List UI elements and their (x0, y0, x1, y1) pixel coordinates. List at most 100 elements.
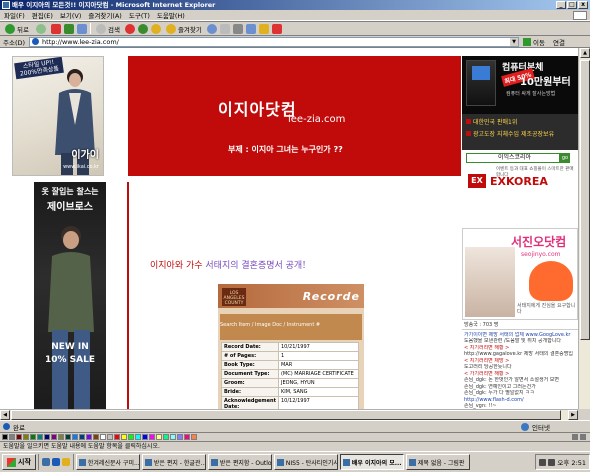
tool-icon[interactable] (580, 434, 586, 440)
address-label: 주소(D) (3, 38, 26, 47)
favorites-button[interactable]: 즐겨찾기 (164, 23, 204, 35)
print-icon[interactable] (232, 23, 243, 34)
cert-field-value: (MC) MARRIAGE CERTIFICATE (277, 369, 360, 379)
tool-icon[interactable] (572, 434, 578, 440)
addon-icon[interactable] (124, 23, 135, 34)
computer-ad-link[interactable]: 대한민국 판매1위 (466, 117, 574, 126)
folder-icon[interactable] (258, 23, 269, 34)
color-swatch[interactable] (142, 434, 148, 440)
color-swatch[interactable] (114, 434, 120, 440)
cert-field-label: Book Type: (221, 360, 279, 370)
site-logo[interactable]: 이지아닷컴 (218, 96, 297, 120)
seojin-ad[interactable]: 서진오닷컴 seojinyo.com 서태지에게 진심을 요구합니다 (462, 228, 578, 320)
home-icon[interactable] (76, 23, 87, 34)
ikai-ad[interactable]: 스타일 UP!! 200%만족상품 이가이 www.ikai.co.kr (12, 56, 104, 176)
scroll-thumb[interactable] (580, 60, 590, 340)
jbros-line2: 제이브로스 (47, 202, 93, 213)
jbros-ad[interactable]: 옷 잘입는 찰스는 제이브로스 NEW IN 10% SALE (34, 182, 106, 420)
network-icon[interactable] (548, 458, 556, 466)
color-swatch[interactable] (65, 434, 71, 440)
back-button[interactable]: 뒤로 (3, 23, 31, 35)
volume-icon[interactable] (539, 458, 547, 466)
color-swatch[interactable] (135, 434, 141, 440)
refresh-icon[interactable] (63, 23, 74, 34)
links-button[interactable]: 연결 (553, 37, 565, 47)
seojin-caption: 서태지에게 진심을 요구합니다 (517, 303, 576, 315)
maximize-button[interactable]: □ (567, 1, 577, 9)
color-swatch[interactable] (191, 434, 197, 440)
taskbar-button[interactable]: 받은 편지 - 한글관... (141, 454, 206, 470)
outlook-icon[interactable] (61, 458, 70, 466)
address-input[interactable]: http://www.lee-zia.com/ ▼ (29, 36, 520, 47)
menu-view[interactable]: 보기(V) (60, 10, 81, 20)
color-swatch[interactable] (170, 434, 176, 440)
forward-button[interactable] (34, 23, 48, 35)
ad-search-go-button[interactable]: go (560, 152, 570, 163)
addon-icon[interactable] (137, 23, 148, 34)
scroll-left-icon[interactable]: ◀ (0, 410, 10, 420)
mail-icon[interactable] (219, 23, 230, 34)
color-swatch[interactable] (2, 434, 8, 440)
taskbar-button-label: 받은 편지 - 한글관... (153, 459, 206, 467)
ie-icon[interactable] (51, 458, 60, 466)
messenger-icon[interactable] (271, 23, 282, 34)
color-swatch[interactable] (16, 434, 22, 440)
start-button[interactable]: 시작 (2, 454, 36, 470)
color-swatch[interactable] (177, 434, 183, 440)
scroll-up-icon[interactable]: ▲ (580, 48, 590, 58)
color-swatch[interactable] (163, 434, 169, 440)
go-button[interactable]: 이동 (523, 37, 545, 47)
color-swatch[interactable] (30, 434, 36, 440)
horizontal-scrollbar[interactable]: ◀ ▶ (0, 409, 578, 420)
computer-ad[interactable]: 컴퓨터본체 최대 50% 10만원부터 컴퓨터 싸게 잘사는방법 (462, 56, 578, 114)
app-icon (408, 458, 416, 466)
color-swatch[interactable] (51, 434, 57, 440)
close-button[interactable]: x (578, 1, 588, 9)
toolbar: 뒤로 검색 즐겨찾기 (0, 21, 590, 36)
color-swatch[interactable] (121, 434, 127, 440)
color-swatch[interactable] (107, 434, 113, 440)
color-swatch[interactable] (79, 434, 85, 440)
desktop-icon[interactable] (41, 458, 50, 466)
taskbar-button[interactable]: NIS5 - 탄사티인기사) (273, 454, 338, 470)
stop-icon[interactable] (50, 23, 61, 34)
taskbar-button[interactable]: 제목 없음 - 그림판 (405, 454, 470, 470)
color-swatch[interactable] (128, 434, 134, 440)
minimize-button[interactable]: _ (556, 1, 566, 9)
color-swatch[interactable] (37, 434, 43, 440)
computer-ad-link[interactable]: 광고도장 지체수입 제조공장보유 (466, 129, 574, 138)
cert-row: # of Pages: 1 (221, 351, 360, 361)
color-swatch[interactable] (149, 434, 155, 440)
color-swatch[interactable] (58, 434, 64, 440)
search-button[interactable]: 검색 (94, 23, 122, 35)
taskbar-button[interactable]: 배우 이지아의 모... (339, 454, 404, 470)
color-swatch[interactable] (72, 434, 78, 440)
scroll-right-icon[interactable]: ▶ (568, 410, 578, 420)
taskbar-button[interactable]: 한겨레신문사 구미... (75, 454, 140, 470)
menu-favorites[interactable]: 즐겨찾기(A) (88, 10, 121, 20)
taskbar-button[interactable]: 받은 편지함 - Outlo... (207, 454, 272, 470)
vertical-scrollbar[interactable]: ▲ ▼ (578, 48, 590, 420)
color-swatch[interactable] (86, 434, 92, 440)
color-swatch[interactable] (156, 434, 162, 440)
color-swatch[interactable] (93, 434, 99, 440)
menu-help[interactable]: 도움말(H) (157, 10, 185, 20)
exkorea-ad[interactable]: 이벤트 등과 대표 쇼핑몰이 스마트한 판매합니다 EX EXKOREA (466, 166, 574, 192)
color-swatch[interactable] (9, 434, 15, 440)
chevron-down-icon[interactable]: ▼ (510, 37, 519, 46)
addon-icon[interactable] (150, 23, 161, 34)
color-swatch[interactable] (23, 434, 29, 440)
menu-edit[interactable]: 편집(E) (32, 10, 53, 20)
menu-tools[interactable]: 도구(T) (129, 10, 150, 20)
history-icon[interactable] (206, 23, 217, 34)
search-icon (95, 23, 106, 34)
color-swatch[interactable] (100, 434, 106, 440)
favorites-label: 즐겨찾기 (177, 25, 202, 34)
bullet-icon (466, 131, 471, 136)
scroll-thumb[interactable] (11, 410, 561, 420)
color-swatch[interactable] (184, 434, 190, 440)
menu-file[interactable]: 파일(F) (4, 10, 25, 20)
ad-search-input[interactable]: 이익스코리아 (466, 152, 560, 163)
color-swatch[interactable] (44, 434, 50, 440)
edit-icon[interactable] (245, 23, 256, 34)
